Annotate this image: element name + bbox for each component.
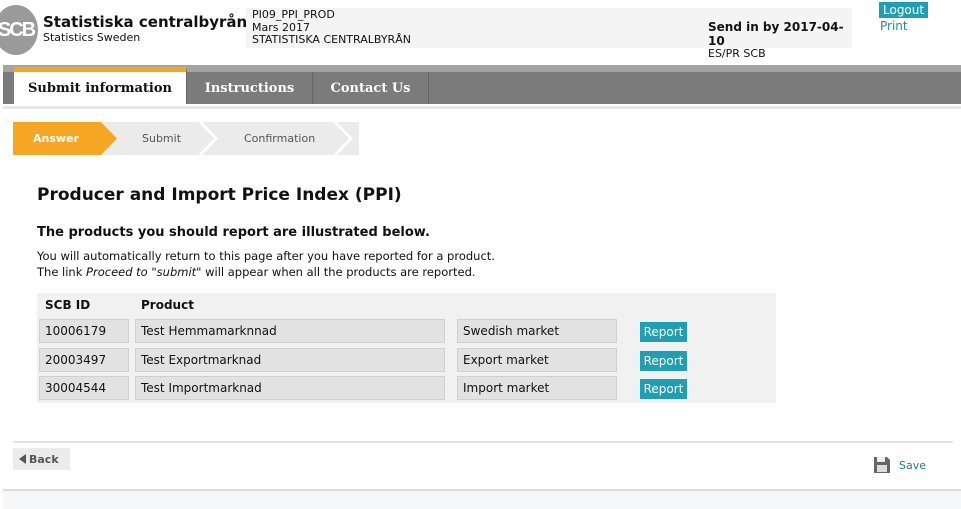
report-button[interactable]: Report [640,379,687,399]
section-heading: The products you should report are illus… [37,225,430,240]
report-button[interactable]: Report [640,351,687,371]
tab-submit-information[interactable]: Submit information [14,67,187,104]
product-name: Test Hemmamarknnad [135,319,445,343]
main-nav: Submit information Instructions Contact … [3,65,961,104]
brand-title: Statistiska centralbyrån [43,13,248,31]
instruction-text: You will automatically return to this pa… [37,249,495,263]
market: Export market [457,348,617,372]
scb-logo: SCB [0,5,38,55]
report-button[interactable]: Report [640,322,687,342]
step-answer: Answer [33,132,79,145]
divider [13,441,953,443]
logo-text: SCB [0,18,36,41]
survey-info: PI09_PPI_PROD Mars 2017 STATISTISKA CENT… [246,8,852,60]
scb-id: 20003497 [39,348,129,372]
logout-button[interactable]: Logout [879,2,929,18]
page-bottom [3,491,961,509]
instruction-text-2: The link Proceed to "submit" will appear… [37,265,476,279]
divider [3,106,961,109]
scb-id: 30004544 [39,376,129,400]
tab-contact-us[interactable]: Contact Us [313,72,429,104]
product-name: Test Exportmarknad [135,348,445,372]
deadline: Send in by 2017-04-10 [708,20,844,48]
progress-steps: Answer Submit Confirmation [13,122,359,155]
caret-left-icon [19,454,26,464]
back-button[interactable]: Back [13,448,70,470]
step-confirmation: Confirmation [244,132,316,145]
print-link[interactable]: Print [880,19,908,33]
brand-subtitle: Statistics Sweden [43,31,141,44]
market: Swedish market [457,319,617,343]
header-product: Product [141,298,194,312]
floppy-disk-icon [874,457,890,473]
product-name: Test Importmarknad [135,376,445,400]
scb-id: 10006179 [39,319,129,343]
market: Import market [457,376,617,400]
step-submit: Submit [142,132,182,145]
responsible-unit: ES/PR SCB [708,47,766,60]
header-scb-id: SCB ID [45,298,91,312]
tab-instructions[interactable]: Instructions [187,72,313,104]
products-table: SCB ID Product 10006179 Test Hemmamarknn… [37,293,776,403]
page-title: Producer and Import Price Index (PPI) [37,185,402,205]
save-button[interactable]: Save [873,456,926,474]
